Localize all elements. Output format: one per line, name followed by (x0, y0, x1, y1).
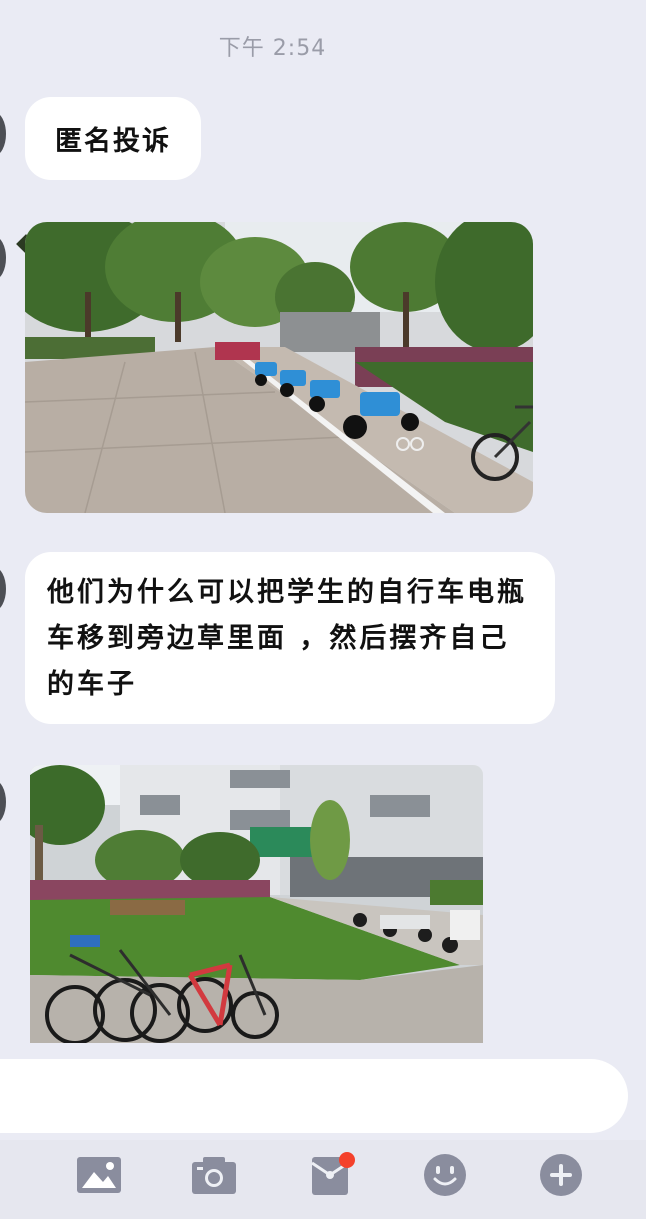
chat-screen: 下午 2:54 匿名投诉 他们为什么可以把学生的自行车电瓶车移到旁边草里面 ，然… (0, 0, 646, 1219)
message-bubble[interactable]: 他们为什么可以把学生的自行车电瓶车移到旁边草里面 ，然后摆齐自己的车子 (25, 552, 555, 724)
message-timestamp: 下午 2:54 (218, 36, 327, 61)
message-photo[interactable] (30, 765, 483, 1043)
message-input[interactable] (0, 1059, 628, 1133)
emoji-button[interactable] (420, 1150, 470, 1200)
image-icon (77, 1157, 121, 1193)
message-bubble[interactable]: 匿名投诉 (25, 97, 201, 180)
message-text: 他们为什么可以把学生的自行车电瓶车移到旁边草里面 ，然后摆齐自己的车子 (47, 577, 527, 700)
emoji-icon (424, 1154, 466, 1196)
sender-avatar[interactable] (0, 112, 6, 156)
sender-avatar[interactable] (0, 780, 6, 824)
chat-toolbar (0, 1140, 646, 1219)
message-photo[interactable] (25, 222, 533, 513)
sender-avatar[interactable] (0, 236, 6, 280)
plus-button[interactable] (536, 1150, 586, 1200)
photo-bike-parking-path (25, 222, 533, 513)
message-text: 匿名投诉 (55, 126, 171, 157)
notification-badge (339, 1152, 355, 1168)
camera-button[interactable] (189, 1150, 239, 1200)
photo-bikes-on-grass (30, 765, 483, 1043)
sender-avatar[interactable] (0, 567, 6, 611)
image-button[interactable] (74, 1150, 124, 1200)
plus-icon (540, 1154, 582, 1196)
red-packet-button[interactable] (305, 1150, 355, 1200)
camera-icon (192, 1157, 236, 1194)
